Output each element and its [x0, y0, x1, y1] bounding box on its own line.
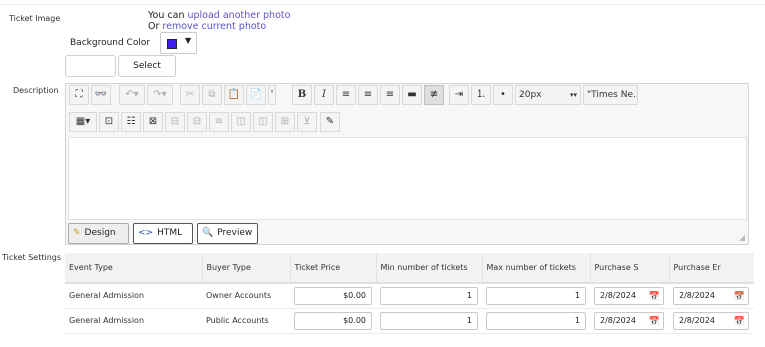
font-family-select[interactable]: "Times Ne... [583, 85, 638, 105]
strikethrough-icon[interactable]: ≢ [424, 85, 444, 105]
preview-mode-button[interactable]: 🔍 Preview [197, 223, 258, 244]
table-header-row: Event Type Buyer Type Ticket Price Min n… [65, 253, 754, 284]
copy-icon[interactable]: ⧉ [202, 85, 222, 105]
font-family-value: "Times Ne... [587, 90, 638, 100]
redo-icon[interactable]: ↷▾ [147, 85, 173, 105]
purchase-start-input[interactable]: 2/8/2024 📅 [594, 311, 664, 330]
purchase-start-input[interactable]: 2/8/2024 📅 [594, 286, 664, 305]
ticket-image-label: Ticket Image [9, 14, 61, 23]
ticket-price-input[interactable]: $0.00 [294, 286, 372, 305]
event-type-cell: General Admission [65, 308, 202, 334]
top-divider [0, 4, 765, 5]
code-icon: <> [138, 228, 154, 238]
align-center-icon[interactable]: ≡ [358, 85, 378, 105]
background-color-picker[interactable]: ▼ [160, 32, 197, 54]
min-tickets-input[interactable]: 1 [380, 311, 478, 330]
purchase-end-value: 2/8/2024 [679, 290, 715, 300]
table-properties-icon[interactable]: ⊡ [99, 112, 119, 132]
insert-column-left-icon[interactable]: ◫ [231, 112, 251, 132]
delete-column-icon[interactable]: ⊞ [275, 112, 295, 132]
justify-icon[interactable]: ▬ [402, 85, 422, 105]
calendar-icon[interactable]: 📅 [734, 289, 745, 305]
undo-icon[interactable]: ↶▾ [119, 85, 145, 105]
description-label: Description [13, 86, 59, 95]
ticket-price-input[interactable]: $0.00 [294, 311, 372, 330]
magnifier-icon: 🔍 [202, 228, 214, 238]
insert-row-above-icon[interactable]: ⊟ [165, 112, 185, 132]
ordered-list-icon[interactable]: ⒈ [471, 85, 491, 105]
paste-special-icon[interactable]: 📄 [246, 85, 266, 105]
ticket-settings-label: Ticket Settings [2, 253, 62, 262]
event-type-cell: General Admission [65, 283, 202, 309]
remove-line: Or remove current photo [148, 21, 266, 32]
resize-grip-icon[interactable]: ◢ [739, 233, 745, 242]
cut-icon[interactable]: ✂ [180, 85, 200, 105]
binoculars-icon[interactable]: 👓 [91, 85, 111, 105]
purchase-start-value: 2/8/2024 [600, 315, 636, 325]
background-color-label: Background Color [70, 38, 151, 48]
purchase-end-input[interactable]: 2/8/2024 📅 [673, 286, 749, 305]
calendar-icon[interactable]: 📅 [649, 289, 660, 305]
column-header: Event Type [65, 253, 202, 284]
upload-photo-link[interactable]: upload another photo [187, 10, 290, 21]
table-row: General Admission Owner Accounts $0.00 1… [65, 283, 754, 309]
calendar-icon[interactable]: 📅 [649, 314, 660, 330]
chevron-down-icon: ▾▾ [569, 91, 577, 99]
column-header: Ticket Price [289, 253, 376, 284]
html-mode-label: HTML [157, 228, 183, 238]
editor-toolbar-row-1: ⛶ 👓 ↶▾ ↷▾ ✂ ⧉ 📋 📄 ' B I ≡ ≡ ≡ ▬ ≢ ⇥ ⒈ • … [69, 85, 749, 105]
editor-toolbar-row-2: ▦▾ ⊡ ☷ ⊠ ⊟ ⊟ ≡ ◫ ◫ ⊞ ⊻ ✎ [69, 112, 749, 132]
column-header: Purchase S [589, 253, 669, 284]
merge-cells-icon[interactable]: ⊻ [297, 112, 317, 132]
column-header: Max number of tickets [481, 253, 590, 284]
delete-row-icon[interactable]: ≡ [209, 112, 229, 132]
min-tickets-input[interactable]: 1 [380, 286, 478, 305]
cell-properties-icon[interactable]: ☷ [121, 112, 141, 132]
upload-line: You can upload another photo [148, 10, 290, 21]
italic-button[interactable]: I [314, 85, 334, 105]
max-tickets-input[interactable]: 1 [486, 311, 586, 330]
buyer-type-cell: Owner Accounts [202, 283, 290, 309]
file-name-field[interactable] [65, 55, 116, 77]
paste-icon[interactable]: 📋 [224, 85, 244, 105]
toolbar-separator-icon: ' [268, 85, 276, 105]
align-right-icon[interactable]: ≡ [380, 85, 400, 105]
upload-prefix: You can [148, 10, 188, 21]
table-row: General Admission Public Accounts $0.00 … [65, 308, 754, 334]
indent-icon[interactable]: ⇥ [449, 85, 469, 105]
purchase-end-value: 2/8/2024 [679, 315, 715, 325]
delete-table-icon[interactable]: ⊠ [143, 112, 163, 132]
buyer-type-cell: Public Accounts [202, 308, 290, 334]
align-left-icon[interactable]: ≡ [336, 85, 356, 105]
bulleted-list-icon[interactable]: • [493, 85, 513, 105]
color-swatch [167, 39, 177, 49]
preview-mode-label: Preview [217, 228, 253, 238]
design-mode-button[interactable]: ✎ Design [68, 223, 129, 244]
purchase-start-value: 2/8/2024 [600, 290, 636, 300]
font-size-value: 20px [519, 90, 542, 100]
purchase-end-input[interactable]: 2/8/2024 📅 [673, 311, 749, 330]
pencil-icon: ✎ [73, 228, 81, 238]
max-tickets-input[interactable]: 1 [486, 286, 586, 305]
remove-prefix: Or [148, 21, 163, 32]
insert-column-right-icon[interactable]: ◫ [253, 112, 273, 132]
editor-content-area[interactable] [68, 137, 747, 220]
chevron-down-icon: ▼ [185, 36, 192, 45]
column-header: Min number of tickets [375, 253, 482, 284]
fullscreen-icon[interactable]: ⛶ [69, 85, 89, 105]
edit-cell-icon[interactable]: ✎ [320, 112, 340, 132]
font-size-select[interactable]: 20px ▾▾ [515, 85, 581, 105]
ticket-settings-table: Event Type Buyer Type Ticket Price Min n… [65, 253, 754, 334]
column-header: Purchase Er [668, 253, 754, 284]
select-file-button[interactable]: Select [118, 55, 176, 77]
column-header: Buyer Type [201, 253, 290, 284]
design-mode-label: Design [84, 228, 116, 238]
calendar-icon[interactable]: 📅 [734, 314, 745, 330]
remove-photo-link[interactable]: remove current photo [162, 21, 266, 32]
bold-button[interactable]: B [292, 85, 312, 105]
html-mode-button[interactable]: <> HTML [133, 223, 193, 244]
insert-row-below-icon[interactable]: ⊟ [187, 112, 207, 132]
table-icon[interactable]: ▦▾ [69, 112, 97, 132]
rich-text-editor: ⛶ 👓 ↶▾ ↷▾ ✂ ⧉ 📋 📄 ' B I ≡ ≡ ≡ ▬ ≢ ⇥ ⒈ • … [65, 83, 749, 245]
